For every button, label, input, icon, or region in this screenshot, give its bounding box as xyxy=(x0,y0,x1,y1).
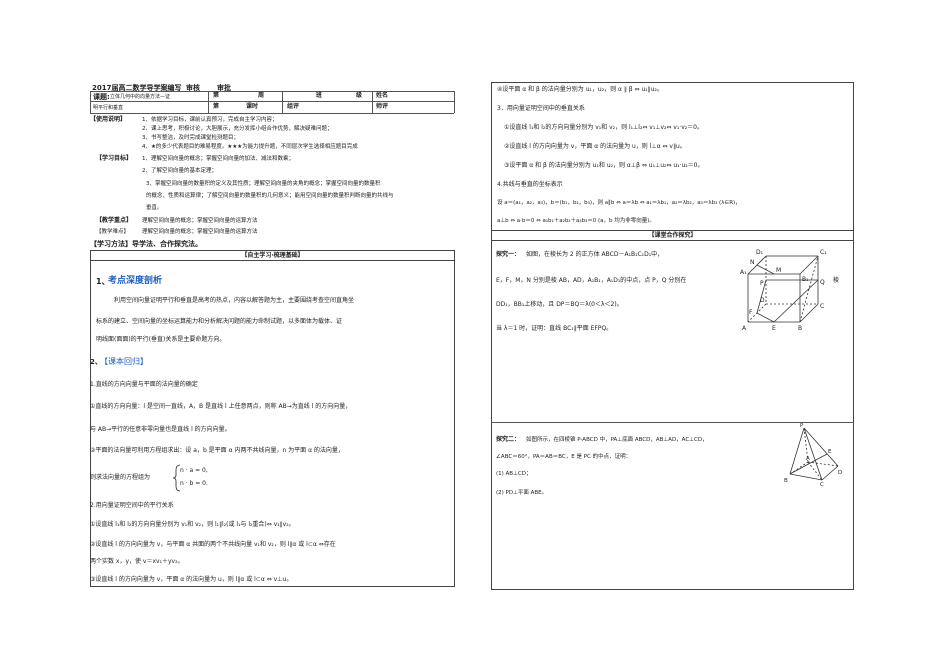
usage-item: 4、★的多少代表题目的难易程度。★★★为能力提升题，不同层次学生选择相应题目完成 xyxy=(142,144,358,150)
exercise2-question: (2) PD⊥平面 ABE。 xyxy=(496,490,548,496)
exercise1-text: 如图，在棱长为 2 的正方体 ABCD－A₁B₁C₁D₁中， xyxy=(526,251,664,258)
cube-figure: D₁ C₁ A₁ B₁ N M D C A B E F P Q xyxy=(740,249,827,332)
equation-1: n · a = 0, xyxy=(180,467,208,474)
usage-item: 3、书写整洁，及时完成课堂检测题目； xyxy=(142,135,240,141)
pyramid-label: D xyxy=(838,470,842,476)
usage-item: 2、课上思考，积极讨论，大胆展示，充分发挥小组合作优势，解决疑难问题； xyxy=(142,126,333,132)
parallel-item-4: ④设平面 α 和 β 的法向量分别为 u₁，u₂，则 α ∥ β ⇔ u₁∥u₂… xyxy=(497,86,663,93)
s1-para: ②平面的法向量可利用方程组求出：设 a，b 是平面 α 内两不共线向量，n 为平… xyxy=(90,447,344,454)
key-text: 理解空间向量的概念；掌握空间向量的运算方法 xyxy=(142,218,258,224)
goal-item: 1、理解空间向量的概念；掌握空间向量的加法、减法和数乘； xyxy=(142,156,295,162)
s4-line: 设 a＝(a₁，a₂，a₃)，b＝(b₁，b₂，b₃)，则 a∥b ⇔ a＝λb… xyxy=(497,200,741,206)
usage-label: 【使用说明】 xyxy=(90,116,127,123)
s2-item: 两个实数 x，y，使 v＝xv₁＋yv₂。 xyxy=(90,558,184,565)
class-label-1: 班 xyxy=(316,92,323,99)
cube-label: B xyxy=(798,325,802,332)
exercise2-text: ∠ABC＝60°，PA＝AB＝BC，E 是 PC 的中点．证明： xyxy=(496,454,632,460)
cube-label: C xyxy=(820,303,824,310)
s3-item: ③设平面 α 和 β 的法向量分别为 u₁和 u₂，则 α⊥β ⇔ u₁⊥u₂⇔… xyxy=(504,162,704,169)
method-line: 【学习方法】导学法、合作探究法。 xyxy=(90,240,202,248)
usage-item: 1、依据学习目标，课前认真预习，完成自主学习内容； xyxy=(142,117,278,123)
cube-label: A₁ xyxy=(740,269,747,276)
lesson-prefix: 第 xyxy=(213,103,220,110)
goal-item: 的概念、性质和运算律；了解空间向量的数量积的几何意义；能用空间向量的数量积判断向… xyxy=(146,193,394,199)
name-label: 姓名 xyxy=(376,92,389,99)
cube-label: D₁ xyxy=(756,249,764,256)
s3-item: ①设直线 l₁和 l₂的方向向量分别为 v₁和 v₂，则 l₁⊥l₂⇔ v₁⊥v… xyxy=(504,124,703,131)
s2-title: 2.用向量证明空间中的平行关系 xyxy=(90,502,174,509)
section1-title: 考点深度剖析 xyxy=(108,276,163,286)
cube-label: D xyxy=(760,297,765,304)
section2-title: 【课本回归】 xyxy=(100,357,148,366)
pyramid-label: A xyxy=(806,456,810,462)
cube-label: F xyxy=(749,309,753,316)
right-column-box xyxy=(491,82,854,590)
equation-2: n · b = 0. xyxy=(180,480,208,487)
s1-para: ①直线的方向向量：l 是空间一直线，A，B 是直线 l 上任意两点，则称 AB→… xyxy=(90,403,352,410)
difficulty-text: 理解空间向量的概念；掌握空间向量的运算方法 xyxy=(142,229,258,235)
lesson-suffix: 课时 xyxy=(246,103,259,110)
cube-label: C₁ xyxy=(820,249,827,256)
self-study-bar: 【自主学习·梳理基础】 xyxy=(90,250,455,261)
section1-body: 标系的建立、空间向量的坐标运算能力和分析解决问题的能力命制试题，以多面体为载体、… xyxy=(96,318,343,325)
week-prefix: 第 xyxy=(213,92,220,99)
pyramid-label: P xyxy=(800,423,804,429)
cube-label: N xyxy=(750,259,755,266)
goals-label: 【学习目标】 xyxy=(96,155,133,162)
cooperative-bar: 【课堂合作探究】 xyxy=(491,230,854,241)
key-label: 【教学重点】 xyxy=(96,217,133,224)
difficulty-label: 【教学难点】 xyxy=(96,229,130,235)
s3-title: 3．用向量证明空间中的垂直关系 xyxy=(497,105,585,112)
worksheet-page: 2017届高二数学导学案编写 审核 审批 课题: 立体几何中的向量方法—证 明平… xyxy=(0,0,945,669)
cube-label: M xyxy=(776,267,781,274)
topic-label: 课题: xyxy=(93,93,110,101)
s2-item: ③设直线 l 的方向向量为 v，平面 α 的法向量为 u，则 l∥α 或 l⊂α… xyxy=(90,576,293,583)
week-suffix: 周 xyxy=(258,92,265,99)
pyramid-label: E xyxy=(828,449,832,455)
pyramid-figure: P E A B C D xyxy=(784,423,842,486)
section1-body: 明线面(面面)的平行(垂直)关系是主要命题方向。 xyxy=(96,336,226,343)
exercise2-text: 如图所示，在四棱锥 P-ABCD 中，PA⊥底面 ABCD，AB⊥AD，AC⊥C… xyxy=(526,437,708,443)
exercise1-text: 当 λ＝1 时，证明：直线 BC₁∥平面 EFPQ。 xyxy=(496,325,613,332)
pyramid-label: B xyxy=(784,478,788,484)
topic-text-1: 立体几何中的向量方法—证 xyxy=(110,94,171,100)
cube-label: A xyxy=(742,325,747,332)
pyramid-label: C xyxy=(820,482,824,486)
group-eval-label: 组评 xyxy=(287,103,300,110)
s4-title: 4.共线与垂直的坐标表示 xyxy=(497,181,563,188)
exercise1-text: 棱 xyxy=(833,277,840,284)
exercise1-text: E，F，M，N 分别是棱 AB，AD，A₁B₁，A₁D₁的中点，点 P，Q 分别… xyxy=(496,277,687,284)
goal-item: 2、了解空间向量的基本定理； xyxy=(142,168,218,174)
s4-line: a⊥b ⇔ a·b＝0 ⇔ a₁b₁＋a₂b₂＋a₃b₃＝0 (a，b 均为非零… xyxy=(497,218,655,224)
goal-item: 3、掌握空间向量的数量积的定义及其性质；理解空间向量的夹角的概念；掌握空间向量的… xyxy=(146,181,381,187)
s3-item: ②设直线 l 的方向向量为 v，平面 α 的法向量为 u，则 l⊥α ⇔ v∥u… xyxy=(504,143,686,150)
s2-item: ①设直线 l₁和 l₂的方向向量分别为 v₁和 v₂，则 l₁∥l₂(或 l₁与… xyxy=(90,521,295,528)
goal-item: 垂直。 xyxy=(146,205,163,211)
exercise1-text: DD₁，BB₁上移动，且 DP＝BQ＝λ(0＜λ＜2)。 xyxy=(496,301,623,308)
s1-para: 与 AB→平行的任意非零向量也是直线 l 的方向向量。 xyxy=(90,426,231,433)
topic-text-2: 明平行和垂直 xyxy=(93,105,124,111)
cube-label: B₁ xyxy=(802,276,809,283)
section1-body: 利用空间向量证明平行和垂直是高考的热点，内容以解答题为主，主要围绕考查空间直角坐 xyxy=(114,297,355,304)
cube-label: P xyxy=(760,280,764,287)
s1-para: 则求法向量的方程组为 xyxy=(90,474,151,481)
exercise1-label: 探究一： xyxy=(496,251,521,258)
s2-item: ②设直线 l 的方向向量为 v，与平面 α 共面的两个不共线向量 v₁和 v₂，… xyxy=(90,541,336,548)
exercise2-question: (1) AB⊥CD； xyxy=(496,471,532,477)
exercise2-label: 探究二： xyxy=(496,436,521,443)
class-label-2: 级 xyxy=(356,92,363,99)
cube-label: Q xyxy=(820,279,825,286)
s1-title: 1.直线的方向向量与平面的法向量的确定 xyxy=(90,381,198,388)
teacher-eval-label: 师评 xyxy=(376,103,389,110)
cube-label: E xyxy=(772,325,776,332)
